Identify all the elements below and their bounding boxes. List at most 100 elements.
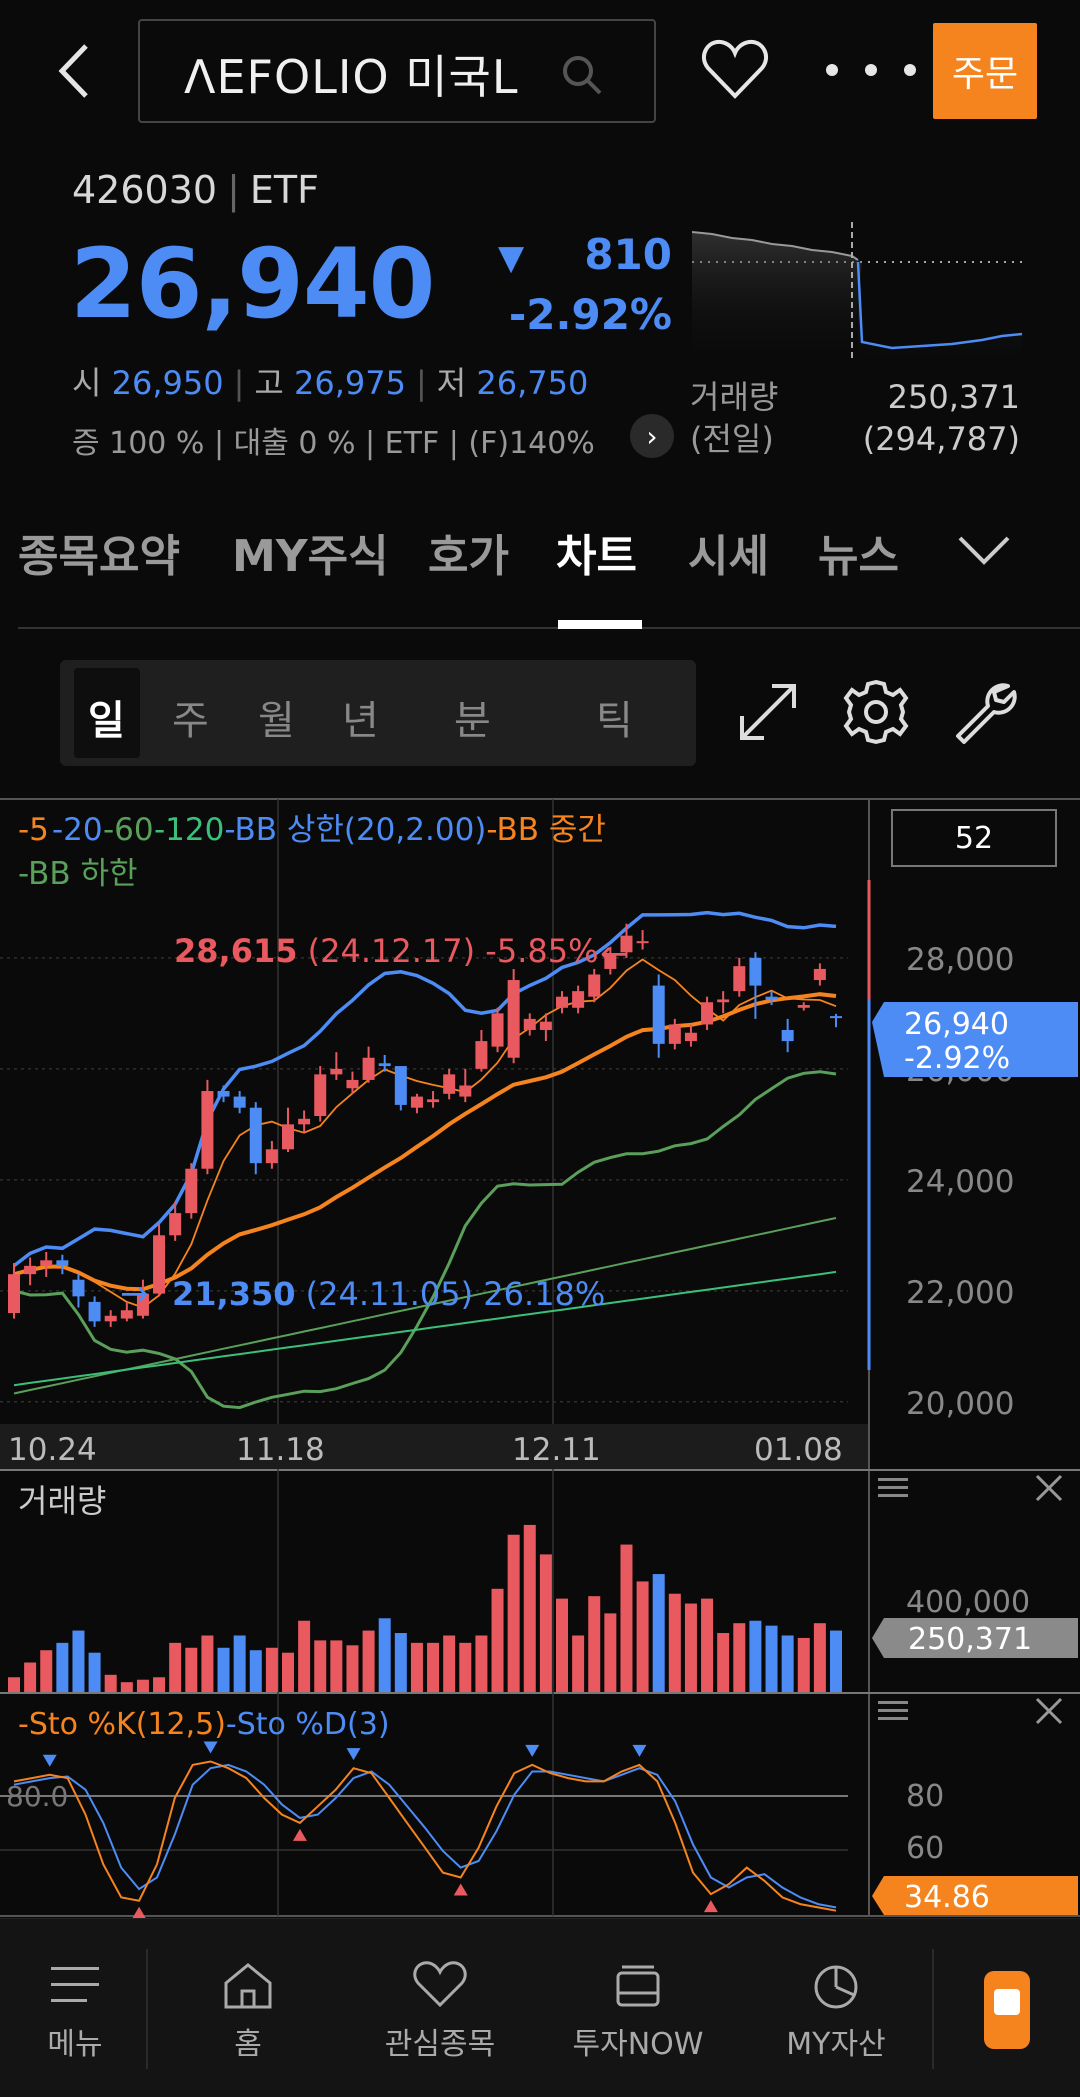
candle-body [459, 1085, 472, 1097]
period-tick[interactable]: 틱 [596, 688, 633, 746]
volume-value: 250,371 (294,787) [862, 378, 1020, 458]
price-chart[interactable]: -5 -20 -60 -120 -BB 상한(20,2.00) -BB 중간 -BB 하한… [0, 798, 1080, 1918]
tab-active-indicator [558, 620, 642, 629]
intraday-sparkline [692, 222, 1022, 362]
candle-body [169, 1213, 182, 1236]
tab-chart[interactable]: 차트 [556, 520, 637, 584]
volume-bar [346, 1645, 359, 1692]
volume-bar [620, 1544, 633, 1692]
gear-icon[interactable] [840, 676, 912, 748]
period-minute[interactable]: 분 [454, 688, 491, 746]
candle-body [797, 1005, 810, 1008]
sto-close-icon[interactable] [1035, 1697, 1063, 1725]
heart-icon[interactable] [700, 38, 770, 102]
volume-bar [56, 1642, 69, 1692]
volume-bar [185, 1647, 198, 1692]
nav-invest-now[interactable]: 투자NOW [556, 1919, 720, 2097]
quick-order-icon[interactable] [984, 1971, 1030, 2049]
legend-item-3: -120 [154, 812, 224, 848]
sto-buy-marker [703, 1900, 718, 1913]
candle-body [378, 1063, 391, 1067]
bottom-nav: 메뉴 홈 관심종목 투자NOW MY자산 [0, 1918, 1080, 2097]
svg-text:-2.92%: -2.92% [904, 1041, 1010, 1076]
volume-bar [88, 1652, 101, 1692]
period-day[interactable]: 일 [88, 688, 125, 746]
period-month[interactable]: 월 [258, 688, 295, 746]
sto-menu-icon[interactable] [878, 1701, 908, 1720]
volume-bar [153, 1677, 166, 1692]
period-week[interactable]: 주 [172, 688, 209, 746]
candle-body [104, 1315, 117, 1322]
legend-item-1: -20 [52, 812, 103, 848]
legend-item-4: -BB 상한(20,2.00) [224, 812, 486, 848]
wrench-icon[interactable] [948, 676, 1020, 748]
stock-search-box[interactable]: ΛEFOLIO 미국L [138, 19, 656, 123]
candle-body [40, 1260, 53, 1266]
volume-label: 거래량 (전일) [690, 378, 779, 458]
more-icon[interactable] [818, 50, 924, 90]
tab-orderbook[interactable]: 호가 [428, 520, 509, 584]
legend-item-0: -5 [18, 812, 49, 848]
volume-bar [507, 1534, 520, 1692]
nav-menu[interactable]: 메뉴 [20, 1919, 130, 2097]
candle-body [8, 1274, 20, 1314]
x-label-2: 12.11 [512, 1432, 601, 1468]
tab-my-stock[interactable]: MY주식 [232, 520, 389, 584]
chevron-down-icon[interactable] [956, 532, 1012, 568]
volume-bar [668, 1593, 681, 1692]
volume-bar [636, 1581, 649, 1692]
candle-body [233, 1096, 246, 1108]
sto-tick-80: 80 [906, 1779, 944, 1814]
price-change-pct: -2.92% [508, 290, 672, 339]
candle-body [539, 1021, 552, 1030]
volume-bar [136, 1679, 149, 1692]
volume-bar [765, 1625, 778, 1692]
volume-close-icon[interactable] [1035, 1474, 1063, 1502]
volume-bar [330, 1640, 343, 1692]
volume-bar [249, 1650, 262, 1692]
order-button[interactable]: 주문 [933, 23, 1037, 119]
expand-icon[interactable] [732, 676, 804, 748]
nav-home[interactable]: 홈 [188, 1919, 308, 2097]
candle-body [701, 1002, 714, 1025]
volume-bar [588, 1596, 601, 1692]
candle-body [427, 1099, 440, 1103]
search-text: ΛEFOLIO 미국L [184, 50, 519, 104]
y-tick-3: 22,000 [906, 1275, 1014, 1311]
nav-my-assets[interactable]: MY자산 [766, 1919, 906, 2097]
sto-tick-60: 60 [906, 1831, 944, 1866]
volume-bar [781, 1635, 794, 1692]
volume-title: 거래량 [18, 1482, 106, 1520]
volume-bar [378, 1618, 391, 1692]
x-label-0: 10.24 [8, 1432, 97, 1468]
candle-body [265, 1149, 278, 1164]
period-year[interactable]: 년 [342, 688, 379, 746]
back-icon[interactable] [48, 36, 108, 106]
volume-bar [394, 1633, 407, 1692]
search-icon[interactable] [558, 51, 606, 99]
chevron-right-icon[interactable]: › [630, 414, 674, 458]
tab-summary[interactable]: 종목요약 [18, 520, 180, 584]
nav-watchlist[interactable]: 관심종목 [370, 1919, 510, 2097]
volume-bar [217, 1647, 230, 1692]
tab-bar: 종목요약 MY주식 호가 차트 시세 뉴스 [0, 520, 1080, 630]
volume-bar [701, 1598, 714, 1692]
current-price: 26,940 [70, 228, 435, 340]
volume-bar [72, 1630, 85, 1692]
screen-icon [616, 1965, 660, 2007]
sto-sell-marker [203, 1741, 218, 1754]
bb-lower-line [13, 1070, 837, 1410]
tab-quotes[interactable]: 시세 [688, 520, 769, 584]
candles [8, 923, 842, 1327]
candle-body [668, 1024, 681, 1044]
sto-sell-marker [346, 1748, 361, 1761]
candle-body [346, 1079, 359, 1089]
volume-bar [684, 1603, 697, 1692]
volume-bar [314, 1640, 327, 1692]
volume-bar [539, 1554, 552, 1692]
y-tick-0: 28,000 [906, 942, 1014, 978]
volume-bar [813, 1623, 826, 1692]
volume-menu-icon[interactable] [878, 1478, 908, 1497]
tab-news[interactable]: 뉴스 [818, 520, 899, 584]
candle-body [556, 996, 568, 1008]
